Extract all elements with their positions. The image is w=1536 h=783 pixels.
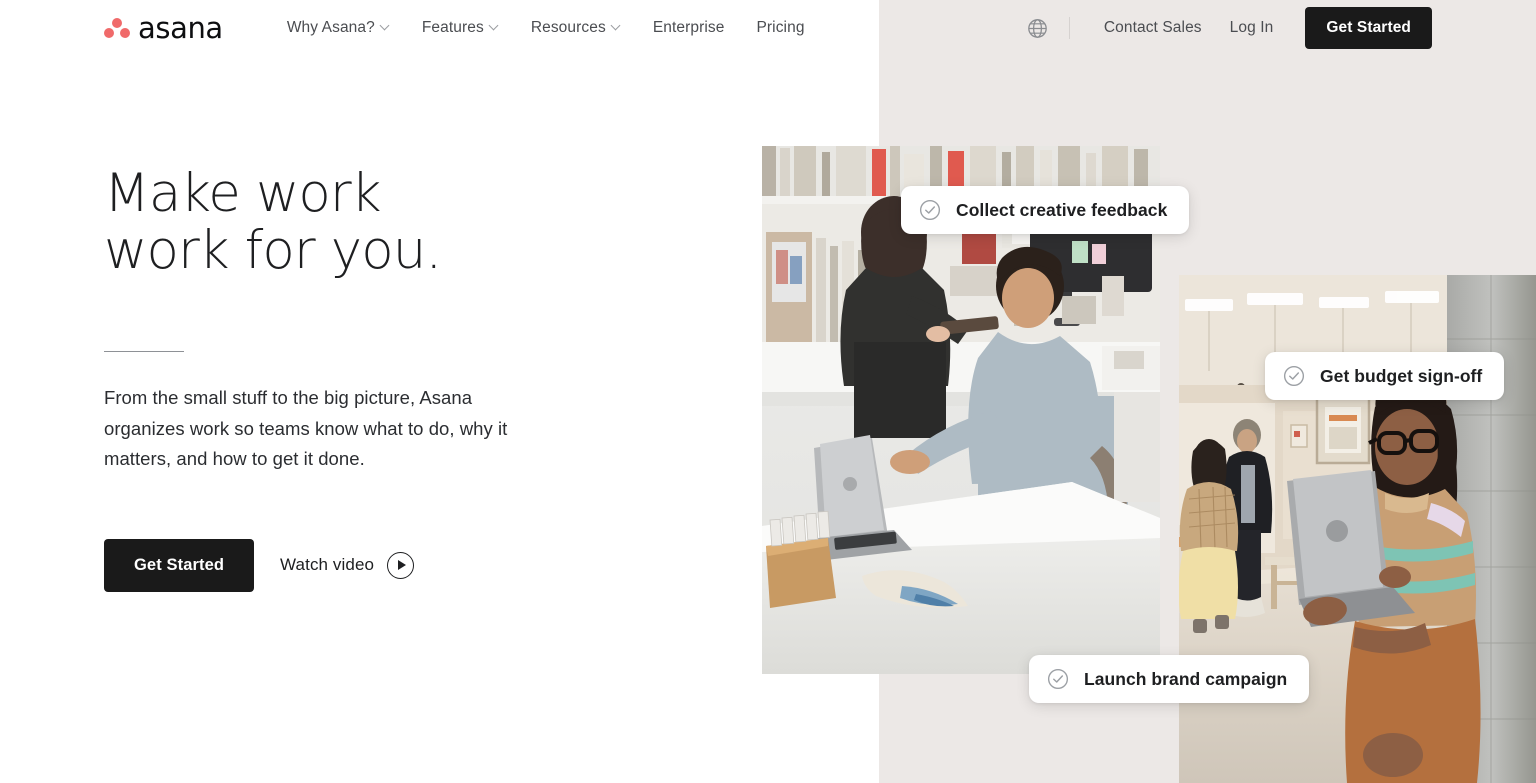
task-card-collect-creative-feedback[interactable]: Collect creative feedback: [901, 186, 1190, 234]
task-card-label: Launch brand campaign: [1084, 668, 1288, 689]
contact-sales-link[interactable]: Contact Sales: [1090, 13, 1216, 43]
asana-wordmark: asana: [138, 10, 223, 45]
nav-item-enterprise[interactable]: Enterprise: [637, 13, 741, 43]
header-divider: [1068, 17, 1070, 39]
header-left-group: asana Why Asana? Features Resources Ente…: [0, 13, 821, 43]
language-selector-button[interactable]: [1021, 11, 1055, 45]
play-circle-icon: [387, 551, 415, 579]
header-right-group: Contact Sales Log In Get Started: [1021, 0, 1432, 56]
chevron-down-icon: [381, 22, 390, 31]
header-get-started-button[interactable]: Get Started: [1305, 7, 1432, 49]
hero-get-started-button[interactable]: Get Started: [104, 538, 255, 592]
task-card-get-budget-sign-off[interactable]: Get budget sign-off: [1265, 352, 1505, 400]
chevron-down-icon: [612, 22, 621, 31]
globe-icon: [1028, 18, 1048, 38]
nav-item-label: Enterprise: [652, 19, 725, 36]
primary-navigation: Why Asana? Features Resources Enterprise…: [271, 13, 821, 43]
hero-section: Make work work for you. From the small s…: [104, 165, 664, 592]
nav-item-resources[interactable]: Resources: [515, 13, 637, 43]
hero-divider-rule: [104, 351, 184, 352]
hero-cta-group: Get Started Watch video: [104, 538, 664, 592]
nav-item-label: Resources: [530, 19, 606, 36]
asana-dots-logo-icon: [104, 17, 130, 39]
nav-item-pricing[interactable]: Pricing: [740, 13, 820, 43]
check-circle-icon: [919, 199, 941, 221]
nav-item-features[interactable]: Features: [406, 13, 515, 43]
check-circle-icon: [1283, 365, 1305, 387]
watch-video-label: Watch video: [280, 555, 375, 574]
log-in-link[interactable]: Log In: [1216, 13, 1288, 43]
task-card-label: Collect creative feedback: [956, 199, 1168, 220]
site-header: asana Why Asana? Features Resources Ente…: [0, 0, 1536, 56]
hero-headline: Make work work for you.: [104, 163, 442, 281]
watch-video-button[interactable]: Watch video: [280, 551, 415, 579]
task-card-launch-brand-campaign[interactable]: Launch brand campaign: [1029, 655, 1310, 703]
check-circle-icon: [1047, 668, 1069, 690]
asana-logo[interactable]: asana: [104, 10, 223, 45]
chevron-down-icon: [490, 22, 499, 31]
nav-item-label: Pricing: [756, 19, 805, 36]
nav-item-label: Features: [421, 19, 484, 36]
task-card-label: Get budget sign-off: [1320, 365, 1483, 386]
landing-page: asana Why Asana? Features Resources Ente…: [0, 0, 1536, 783]
nav-item-why-asana[interactable]: Why Asana?: [271, 13, 406, 43]
hero-subtitle: From the small stuff to the big picture,…: [104, 387, 508, 469]
nav-item-label: Why Asana?: [286, 19, 375, 36]
